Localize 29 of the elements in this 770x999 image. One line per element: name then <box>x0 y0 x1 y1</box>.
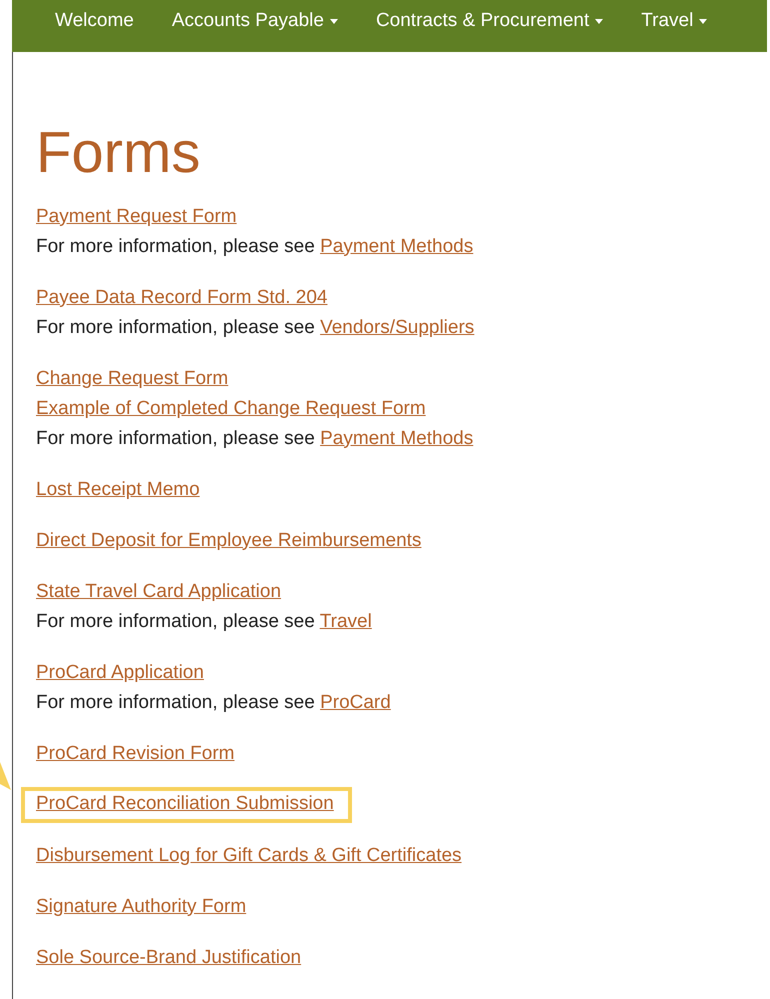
form-link[interactable]: Sole Source-Brand Justification <box>36 946 302 969</box>
form-link[interactable]: ProCard Application <box>36 662 204 684</box>
info-link[interactable]: Payment Methods <box>320 236 474 257</box>
info-text: For more information, please see Payment Methods <box>36 428 474 450</box>
info-link[interactable]: Vendors/Suppliers <box>320 316 474 338</box>
form-link[interactable]: Example of Completed Change Request Form <box>36 398 426 420</box>
form-link[interactable]: Disbursement Log for Gift Cards & Gift Certificates <box>36 844 462 867</box>
nav-menu-item[interactable]: Accounts Payable <box>172 9 338 33</box>
info-text: For more information, please see Payment Methods <box>36 236 474 258</box>
form-link[interactable]: State Travel Card Application <box>36 580 282 603</box>
form-link[interactable]: ProCard Revision Form <box>36 742 234 765</box>
info-text: For more information, please see ProCard <box>36 692 391 714</box>
form-link[interactable]: Payee Data Record Form Std. 204 <box>36 286 328 309</box>
pointer-arrow-icon <box>0 762 12 792</box>
form-link[interactable]: Payment Request Form <box>36 206 237 228</box>
form-link[interactable]: Lost Receipt Memo <box>36 478 200 501</box>
nav-menu-item[interactable]: Travel <box>641 9 708 33</box>
info-link[interactable]: Payment Methods <box>320 428 474 449</box>
nav-menu-item[interactable]: Contracts & Procurement <box>376 9 604 33</box>
form-link[interactable]: ProCard Reconciliation Submission <box>36 792 334 815</box>
info-text: For more information, please see Vendors/Suppliers <box>36 316 474 339</box>
form-link[interactable]: Signature Authority Form <box>36 896 246 918</box>
nav-menu-item[interactable]: Welcome <box>55 9 134 33</box>
info-text: For more information, please see Travel <box>36 610 372 633</box>
form-link[interactable]: Change Request Form <box>36 368 228 390</box>
info-link[interactable]: ProCard <box>320 692 391 713</box>
page-title: Forms <box>36 119 202 187</box>
form-link[interactable]: Direct Deposit for Employee Reimbursements <box>36 530 422 552</box>
info-link[interactable]: Travel <box>320 610 372 632</box>
